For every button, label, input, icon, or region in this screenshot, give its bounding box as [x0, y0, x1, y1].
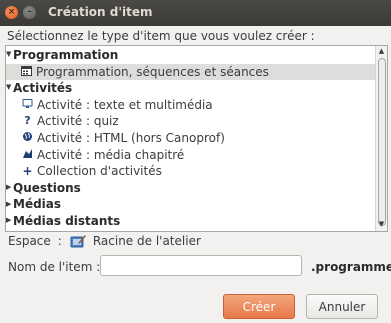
- title-bar: × – Création d'item: [0, 0, 391, 26]
- tree-group-label: Médias: [13, 197, 62, 212]
- tree-group-label: Activités: [13, 81, 73, 96]
- tree-item[interactable]: Activité : média chapitré: [6, 147, 376, 164]
- file-extension: .programme: [311, 260, 391, 274]
- globe-icon: [22, 131, 33, 143]
- expanded-triangle-icon[interactable]: ▼: [6, 46, 13, 63]
- tree-group-programmation[interactable]: ▼ Programmation: [6, 47, 376, 64]
- collapsed-triangle-icon[interactable]: ▶: [6, 212, 13, 229]
- expanded-triangle-icon[interactable]: ▼: [6, 79, 13, 96]
- tree-item[interactable]: Activité : texte et multimédia: [6, 97, 376, 114]
- space-label: Espace: [8, 234, 51, 248]
- tree-group-m-dias-distants[interactable]: ▶ Médias distants: [6, 213, 376, 230]
- space-value: Racine de l'atelier: [92, 234, 201, 248]
- close-window-button[interactable]: ×: [5, 6, 18, 19]
- scroll-down-arrow-icon[interactable]: ▼: [377, 220, 386, 229]
- tree-item-label: Collection d'activités: [37, 164, 162, 179]
- create-button[interactable]: Créer: [223, 294, 295, 319]
- media-icon: [22, 148, 33, 160]
- collapsed-triangle-icon[interactable]: ▶: [6, 179, 13, 196]
- tree-item-label: Activité : texte et multimédia: [37, 97, 213, 112]
- scroll-thumb[interactable]: [378, 58, 386, 226]
- workshop-icon: [70, 234, 86, 248]
- question-icon: ?: [24, 113, 31, 127]
- monitor-icon: [22, 98, 33, 110]
- tree-scrollbar[interactable]: ▲ ▼: [375, 46, 387, 231]
- tree-rows: ▼ Programmation Programmation, séquences e…: [6, 47, 376, 230]
- selection-prompt: Sélectionnez le type d'item que vous vou…: [7, 29, 315, 43]
- tree-group-activit-s[interactable]: ▼ Activités: [6, 80, 376, 97]
- tree-item-label: Activité : média chapitré: [37, 147, 185, 162]
- tree-group-m-dias[interactable]: ▶ Médias: [6, 196, 376, 213]
- dialog-window: × – Création d'item Sélectionnez le type…: [0, 0, 391, 323]
- tree-item-label: Programmation, séquences et séances: [36, 64, 269, 79]
- item-type-tree[interactable]: ▼ Programmation Programmation, séquences e…: [5, 45, 388, 232]
- tree-group-label: Médias distants: [13, 214, 121, 229]
- tree-item[interactable]: + Collection d'activités: [6, 163, 376, 180]
- calendar-icon: [21, 65, 32, 77]
- collapsed-triangle-icon[interactable]: ▶: [6, 196, 13, 213]
- tree-item[interactable]: ? Activité : quiz: [6, 113, 376, 130]
- space-separator: :: [57, 234, 62, 248]
- tree-group-label: Programmation: [13, 48, 119, 63]
- tree-group-label: Questions: [13, 180, 81, 195]
- cancel-button[interactable]: Annuler: [306, 294, 378, 319]
- tree-item-label: Activité : quiz: [37, 114, 119, 129]
- plus-icon: +: [22, 163, 33, 178]
- minimize-window-button[interactable]: –: [23, 6, 36, 19]
- space-row: Espace : Racine de l'atelier: [8, 234, 201, 248]
- tree-item[interactable]: Activité : HTML (hors Canoprof): [6, 130, 376, 147]
- item-name-input[interactable]: [100, 255, 302, 276]
- tree-item[interactable]: Programmation, séquences et séances: [6, 63, 376, 81]
- tree-item-label: Activité : HTML (hors Canoprof): [37, 131, 225, 146]
- item-name-label: Nom de l'item :: [8, 260, 101, 274]
- scroll-up-arrow-icon[interactable]: ▲: [377, 47, 386, 56]
- window-title: Création d'item: [48, 5, 153, 19]
- tree-group-questions[interactable]: ▶ Questions: [6, 180, 376, 197]
